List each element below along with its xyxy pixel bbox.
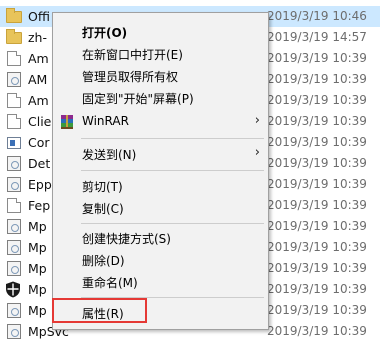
file-name: Offi: [28, 9, 50, 24]
application-icon: [7, 137, 21, 149]
file-date: 2019/3/19 10:39: [267, 303, 367, 317]
chevron-right-icon: ›: [254, 113, 260, 128]
folder-icon: [6, 8, 22, 23]
file-icon: [7, 198, 21, 213]
file-icon: [7, 114, 21, 129]
shield-icon-graphic: [6, 281, 20, 298]
file-name: Am: [28, 93, 49, 108]
menu-item-label: 打开(O): [82, 26, 128, 40]
context-menu: 打开(O) 在新窗口中打开(E) 管理员取得所有权 固定到"开始"屏幕(P) W…: [52, 12, 269, 330]
file-icon: [7, 51, 21, 66]
menu-separator: [81, 138, 264, 139]
highlight-box: [52, 298, 147, 323]
menu-item-label: 发送到(N): [82, 148, 137, 162]
file-name: Mp: [28, 303, 47, 318]
menu-item-pin-to-start[interactable]: 固定到"开始"屏幕(P): [53, 87, 268, 109]
file-icon: [7, 93, 21, 108]
file-date: 2019/3/19 10:39: [267, 240, 367, 254]
menu-item-create-shortcut[interactable]: 创建快捷方式(S): [53, 227, 268, 249]
file-name: AM: [28, 72, 48, 87]
file-date: 2019/3/19 10:39: [267, 177, 367, 191]
menu-item-label: 删除(D): [82, 254, 125, 268]
settings-file-icon: [7, 240, 21, 255]
settings-file-icon: [7, 324, 21, 339]
menu-item-delete[interactable]: 删除(D): [53, 249, 268, 271]
file-name: Cor: [28, 135, 50, 150]
file-name: Mp: [28, 282, 47, 297]
shield-icon: [5, 281, 21, 298]
menu-item-label: 管理员取得所有权: [82, 70, 179, 84]
file-date: 2019/3/19 10:39: [267, 282, 367, 296]
file-date: 2019/3/19 10:39: [267, 72, 367, 86]
file-name: Am: [28, 51, 49, 66]
file-date: 2019/3/19 10:39: [267, 198, 367, 212]
file-date: 2019/3/19 14:57: [267, 30, 367, 44]
file-date: 2019/3/19 10:46: [267, 9, 367, 23]
file-date: 2019/3/19 10:39: [267, 219, 367, 233]
menu-item-label: 固定到"开始"屏幕(P): [82, 92, 194, 106]
file-date: 2019/3/19 10:39: [267, 114, 367, 128]
settings-file-icon: [7, 219, 21, 234]
menu-item-send-to[interactable]: 发送到(N) ›: [53, 143, 268, 165]
file-date: 2019/3/19 10:39: [267, 135, 367, 149]
menu-item-take-ownership[interactable]: 管理员取得所有权: [53, 65, 268, 87]
menu-item-open-new-window[interactable]: 在新窗口中打开(E): [53, 43, 268, 65]
menu-item-open[interactable]: 打开(O): [53, 21, 268, 43]
file-date: 2019/3/19 10:39: [267, 156, 367, 170]
menu-separator: [81, 223, 264, 224]
menu-item-winrar[interactable]: WinRAR ›: [53, 111, 268, 133]
menu-item-label: 在新窗口中打开(E): [82, 48, 183, 62]
file-name: Mp: [28, 261, 47, 276]
file-name: Clie: [28, 114, 52, 129]
file-name: Mp: [28, 240, 47, 255]
file-date: 2019/3/19 10:39: [267, 261, 367, 275]
folder-icon: [6, 29, 22, 44]
settings-file-icon: [7, 303, 21, 318]
chevron-right-icon: ›: [254, 145, 260, 160]
menu-item-label: 创建快捷方式(S): [82, 232, 171, 246]
menu-item-rename[interactable]: 重命名(M): [53, 271, 268, 293]
file-name: Mp: [28, 219, 47, 234]
file-name: Epp: [28, 177, 52, 192]
winrar-icon: [59, 114, 75, 130]
file-date: 2019/3/19 10:39: [267, 324, 367, 338]
settings-file-icon: [7, 177, 21, 192]
file-name: Det: [28, 156, 51, 171]
menu-item-label: 剪切(T): [82, 180, 123, 194]
settings-file-icon: [7, 156, 21, 171]
menu-item-label: 重命名(M): [82, 276, 138, 290]
file-date: 2019/3/19 10:39: [267, 93, 367, 107]
file-name: zh-: [28, 30, 47, 45]
menu-item-label: WinRAR: [82, 114, 129, 128]
menu-item-copy[interactable]: 复制(C): [53, 197, 268, 219]
menu-separator: [81, 170, 264, 171]
settings-file-icon: [7, 261, 21, 276]
menu-item-label: 复制(C): [82, 202, 124, 216]
menu-item-cut[interactable]: 剪切(T): [53, 175, 268, 197]
winrar-icon-graphic: [61, 115, 73, 129]
file-date: 2019/3/19 10:39: [267, 51, 367, 65]
file-name: Fep: [28, 198, 51, 213]
settings-file-icon: [7, 72, 21, 87]
